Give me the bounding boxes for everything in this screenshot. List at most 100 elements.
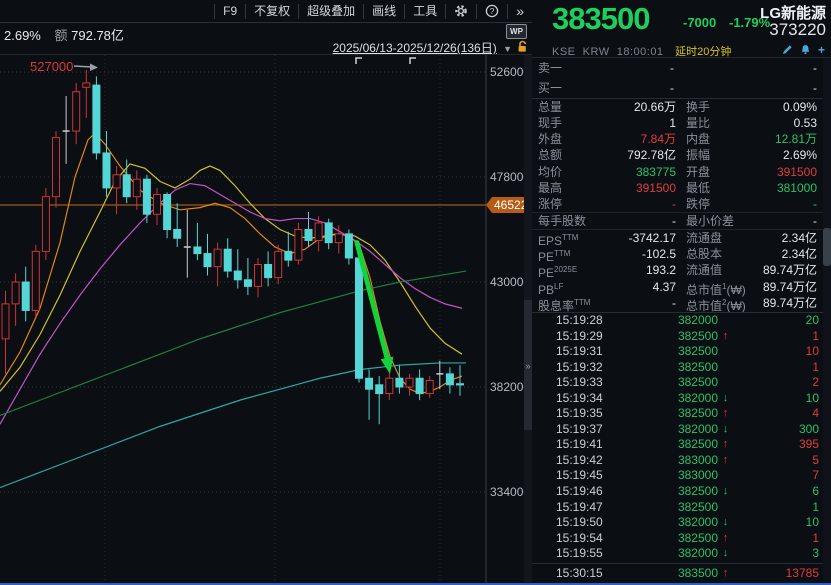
toolbar-no-adjust[interactable]: 不复权 (245, 4, 298, 19)
up-candle (113, 175, 120, 188)
up-arrow-icon: ↑ (718, 564, 733, 582)
down-candle (457, 384, 464, 385)
up-candle (2, 304, 9, 339)
stat-row: 股息率TTM-总市值2(₩)89.74万亿 (532, 295, 823, 311)
stat-label: 股息率TTM (538, 295, 604, 311)
tick-row[interactable]: 15:19:29382500↑1 (532, 329, 823, 345)
tick-row[interactable]: 15:19:453830007 (532, 468, 823, 484)
tick-time: 15:19:45 (556, 468, 632, 484)
down-candle (265, 265, 272, 278)
tick-row[interactable]: 15:19:41382500↑395 (532, 437, 823, 453)
stat-row: 总额792.78亿振幅2.69% (532, 147, 823, 163)
settings-gear-icon[interactable] (445, 4, 476, 19)
stat-label: 换手 (686, 99, 758, 115)
toolbar-tools[interactable]: 工具 (404, 4, 445, 19)
tick-row[interactable]: 15:19:35382500↑4 (532, 406, 823, 422)
stat-row: EPSTTM-3742.17流通盘2.34亿 (532, 229, 823, 246)
panel-scrollbar-thumb[interactable] (823, 228, 831, 266)
date-caret-icon[interactable]: ▼ (503, 44, 512, 54)
stat-value: 0.09% (758, 99, 817, 115)
wp-badge[interactable]: WP (506, 24, 527, 39)
up-arrow-icon: ↑ (718, 406, 733, 422)
down-candle (93, 85, 100, 153)
tick-row[interactable]: 15:19:3138250010 (532, 344, 823, 360)
collapse-chevrons-icon[interactable]: » (524, 361, 532, 371)
no-arrow (718, 344, 733, 360)
level-volume: - (674, 78, 817, 98)
tick-time: 15:19:41 (556, 437, 632, 453)
stat-label: 内盘 (686, 131, 758, 147)
tick-volume: 6 (733, 484, 819, 500)
stat-value: 89.74万亿 (758, 279, 817, 295)
tick-volume: 7 (733, 468, 819, 484)
tick-list[interactable]: 15:19:283820002015:19:29382500↑115:19:31… (532, 312, 823, 562)
down-candle (164, 195, 171, 230)
down-candle (345, 234, 352, 258)
stat-label: 均价 (538, 164, 604, 180)
tick-row[interactable]: 15:19:55382000↓3 (532, 546, 823, 562)
tick-row[interactable]: 15:19:34382000↓10 (532, 391, 823, 407)
stat-value: - (604, 213, 676, 229)
stat-value: 0.53 (758, 115, 817, 131)
tick-row[interactable]: 15:30:15383500↑13785 (532, 564, 823, 582)
date-range[interactable]: 2025/06/13-2025/12/26(136日) (333, 41, 497, 55)
up-arrow-icon: ↑ (718, 329, 733, 345)
stat-row: 均价383775开盘391500 (532, 164, 823, 180)
app-window: F9 不复权 超级叠加 画线 工具 ? » 2.69% 额 792.78亿 WP… (0, 0, 831, 585)
no-arrow (718, 468, 733, 484)
stat-value: 381000 (758, 180, 817, 196)
stat-label: 总市值1(₩) (686, 279, 758, 295)
edit-pencil-icon[interactable] (782, 44, 793, 55)
tick-row[interactable]: 15:19:473825001 (532, 500, 823, 516)
toolbar-super-overlay[interactable]: 超级叠加 (298, 4, 363, 19)
stat-label: PBLF (538, 279, 604, 295)
svg-text:?: ? (490, 6, 495, 16)
stat-row: PETTM-102.5总股本2.34亿 (532, 246, 823, 262)
stat-row: 外盘7.84万内盘12.81万 (532, 131, 823, 147)
toolbar-f9[interactable]: F9 (214, 4, 245, 19)
up-arrow-icon: ↑ (718, 453, 733, 469)
tick-volume: 20 (733, 313, 819, 329)
more-chevron-icon[interactable]: » (507, 4, 532, 19)
tick-row[interactable]: 15:19:37382000↓300 (532, 422, 823, 438)
tick-volume: 13785 (733, 564, 819, 582)
tick-row[interactable]: 15:19:50382000↓10 (532, 515, 823, 531)
ma-green (0, 271, 466, 415)
tick-time: 15:30:15 (556, 564, 632, 582)
stats-grid: 总量20.66万换手0.09%现手1量比0.53外盘7.84万内盘12.81万总… (532, 99, 823, 311)
up-candle (83, 83, 90, 87)
tick-volume: 5 (733, 453, 819, 469)
stat-row: 现手1量比0.53 (532, 115, 823, 131)
down-candle (143, 179, 150, 214)
help-icon[interactable]: ? (476, 4, 507, 19)
tick-time: 15:19:55 (556, 546, 632, 562)
down-candle (325, 223, 332, 243)
up-candle (275, 251, 282, 277)
tick-row[interactable]: 15:19:42383000↑5 (532, 453, 823, 469)
down-arrow-icon: ↓ (718, 515, 733, 531)
up-candle (53, 138, 60, 197)
tick-row[interactable]: 15:19:323825001 (532, 360, 823, 376)
panel-divider[interactable]: » (524, 55, 532, 585)
tick-row[interactable]: 15:19:2838200020 (532, 313, 823, 329)
toolbar-draw-line[interactable]: 画线 (363, 4, 404, 19)
stat-value: -3742.17 (604, 230, 676, 246)
up-candle (12, 282, 19, 304)
tick-row[interactable]: 15:19:333825002 (532, 375, 823, 391)
stat-value: - (758, 196, 817, 212)
tick-row[interactable]: 15:19:46382500↓6 (532, 484, 823, 500)
tick-volume: 10 (733, 344, 819, 360)
unlock-icon[interactable] (516, 40, 529, 53)
tick-row[interactable]: 15:19:54382500↑1 (532, 531, 823, 547)
add-to-watchlist-icon[interactable]: + (818, 45, 825, 55)
down-candle (123, 175, 130, 197)
candlestick-chart[interactable]: 5260004780004300003820003340004652285270… (0, 55, 532, 585)
tick-volume: 10 (733, 515, 819, 531)
alert-bell-icon[interactable] (800, 44, 811, 55)
stat-label: EPSTTM (538, 230, 604, 246)
level-price: - (602, 58, 674, 78)
stat-label: 跌停 (686, 196, 758, 212)
stat-row: 最高391500最低381000 (532, 180, 823, 196)
panel-scrollbar[interactable] (823, 58, 831, 582)
tick-volume: 1 (733, 360, 819, 376)
